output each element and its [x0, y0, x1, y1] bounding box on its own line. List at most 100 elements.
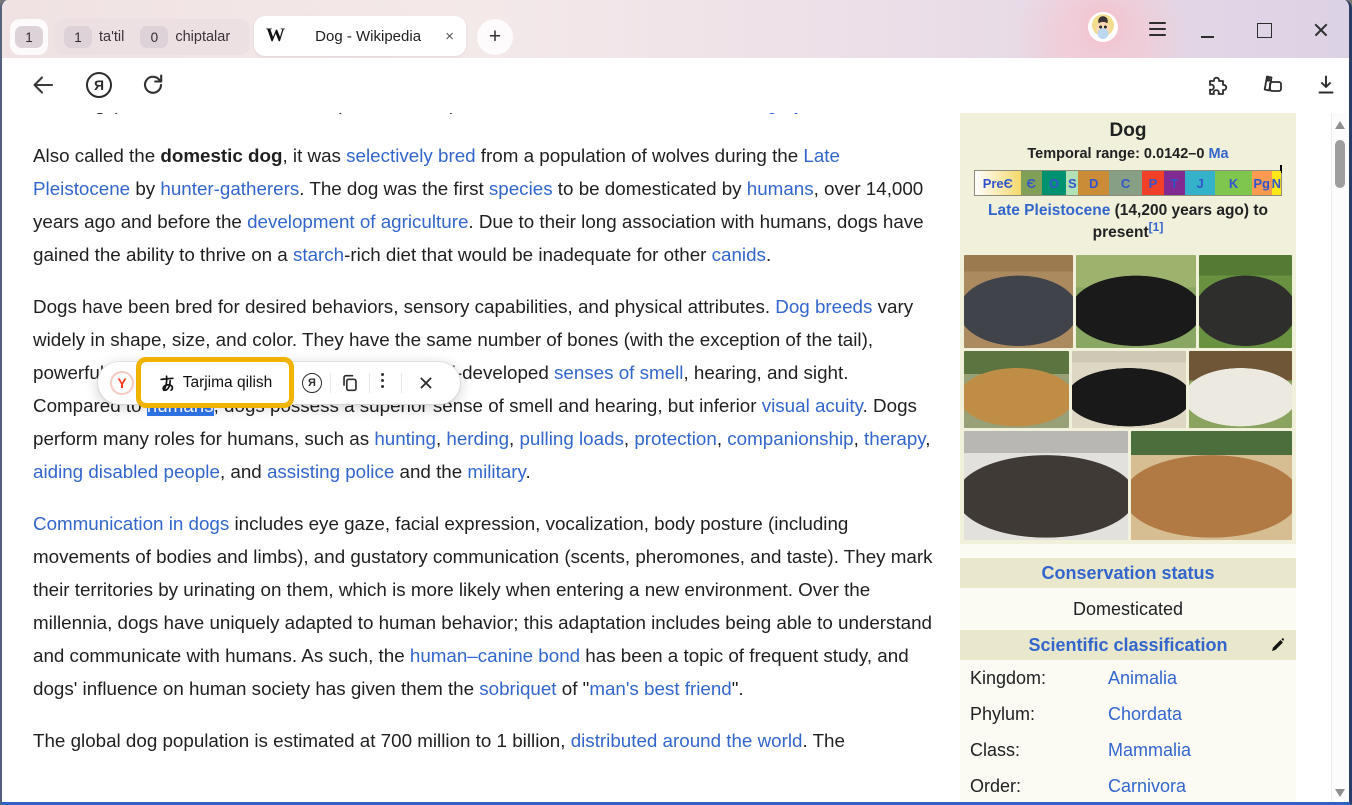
wiki-link[interactable]: development of agriculture: [247, 211, 468, 232]
canaan-dog-photo[interactable]: [1076, 255, 1195, 348]
wiki-link[interactable]: species: [489, 178, 553, 199]
wiki-link[interactable]: visual acuity: [762, 395, 863, 416]
popup-more-icon[interactable]: [381, 373, 384, 388]
text-span: ,: [436, 428, 446, 449]
wiki-link[interactable]: military: [467, 461, 525, 482]
text-span: and the: [394, 461, 467, 482]
taxon-link[interactable]: Chordata: [1108, 704, 1182, 725]
timescale-period-P[interactable]: P: [1142, 171, 1163, 195]
timescale-period-Pg[interactable]: Pg: [1252, 171, 1272, 195]
tab-group-chiptalar[interactable]: 0 chiptalar: [140, 26, 230, 48]
text-span: Canis lupus familiaris: [272, 113, 449, 114]
timescale-period-N[interactable]: N: [1272, 171, 1281, 195]
popup-close-icon[interactable]: [419, 376, 433, 390]
scroll-up-arrow[interactable]: [1335, 121, 1345, 129]
wiki-link[interactable]: companionship: [727, 428, 853, 449]
wiki-link[interactable]: gray wolf: [767, 113, 842, 114]
popup-translate-button-highlighted[interactable]: Tarjima qilish: [136, 357, 294, 408]
image-row: [964, 351, 1292, 428]
golden-retriever-photo[interactable]: [964, 351, 1069, 428]
timescale-period-J[interactable]: J: [1185, 171, 1215, 195]
yandex-home-icon[interactable]: Я: [86, 72, 112, 98]
yandex-search-icon[interactable]: Я: [302, 373, 322, 393]
text-span: domestic dog: [160, 145, 282, 166]
japanese-chin-photo[interactable]: [1199, 255, 1292, 348]
text-span: (: [106, 113, 117, 114]
wiki-link[interactable]: protection: [634, 428, 716, 449]
window-close-button[interactable]: [1313, 22, 1329, 38]
text-span: The dog: [33, 113, 106, 114]
taxon-link[interactable]: Mammalia: [1108, 740, 1191, 761]
wiki-link[interactable]: Ma: [1208, 146, 1228, 162]
wiki-link[interactable]: Late Pleistocene: [988, 202, 1110, 219]
taxon-link[interactable]: Carnivora: [1108, 776, 1186, 797]
tab-group-chip[interactable]: 1: [10, 19, 48, 55]
mudi-dog-photo[interactable]: [964, 255, 1073, 348]
wiki-link[interactable]: Dog breeds: [775, 296, 872, 317]
menu-icon[interactable]: [1149, 22, 1166, 36]
conservation-status-header[interactable]: Conservation status: [960, 558, 1296, 588]
nursing-dog-photo[interactable]: [1131, 431, 1292, 540]
wiki-link[interactable]: distributed around the world: [571, 730, 803, 751]
scientific-classification-header[interactable]: Scientific classification: [960, 630, 1296, 660]
back-icon[interactable]: [30, 72, 56, 98]
text-span: , and: [220, 461, 267, 482]
wiki-link[interactable]: therapy: [864, 428, 925, 449]
window-minimize-button[interactable]: [1201, 36, 1214, 38]
reload-icon[interactable]: [140, 72, 166, 98]
timescale-period-PreЄ[interactable]: PreЄ: [975, 171, 1021, 195]
yandex-logo-icon[interactable]: Y: [110, 371, 134, 395]
timescale-period-D[interactable]: D: [1078, 171, 1108, 195]
scroll-down-arrow[interactable]: [1335, 789, 1345, 797]
timescale-period-Є[interactable]: Є: [1021, 171, 1042, 195]
black-lab-photo[interactable]: [1072, 351, 1186, 428]
tab-close-icon[interactable]: ×: [445, 28, 454, 45]
jack-russell-photo[interactable]: [1189, 351, 1292, 428]
wiki-link[interactable]: pulling loads: [519, 428, 623, 449]
timescale-label: D: [1089, 176, 1098, 191]
downloads-icon[interactable]: [1313, 72, 1339, 98]
page-scrollbar[interactable]: [1331, 113, 1349, 805]
copy-icon[interactable]: [339, 372, 361, 394]
extensions-puzzle-icon[interactable]: [1205, 72, 1231, 98]
wiki-link[interactable]: man's best friend: [589, 678, 731, 699]
paragraph: Also called the domestic dog, it was sel…: [33, 139, 933, 271]
wiki-link[interactable]: Communication in dogs: [33, 513, 229, 534]
timescale-label: Є: [1027, 176, 1036, 191]
wiki-link[interactable]: herding: [446, 428, 509, 449]
wiki-link[interactable]: canids: [712, 244, 766, 265]
profile-avatar[interactable]: [1088, 12, 1118, 42]
rank-label: Phylum:: [970, 704, 1108, 725]
wiki-link[interactable]: assisting police: [267, 461, 394, 482]
wiki-link[interactable]: starch: [293, 244, 344, 265]
geologic-timescale[interactable]: PreЄ ЄOSDCPTJKPgN: [974, 170, 1282, 196]
wiki-link[interactable]: humans: [747, 178, 814, 199]
timescale-period-S[interactable]: S: [1066, 171, 1078, 195]
divider: [330, 373, 331, 393]
wiki-link[interactable]: selectively bred: [346, 145, 475, 166]
new-tab-button[interactable]: +: [477, 19, 513, 55]
wiki-link[interactable]: hunting: [374, 428, 436, 449]
sled-dogs-photo[interactable]: [964, 431, 1128, 540]
scrollbar-thumb[interactable]: [1335, 140, 1345, 188]
timescale-period-O[interactable]: O: [1042, 171, 1066, 195]
wiki-link[interactable]: sobriquet: [479, 678, 556, 699]
timescale-period-T[interactable]: T: [1164, 171, 1185, 195]
timescale-label: S: [1068, 176, 1077, 191]
wiki-link[interactable]: hunter-gatherers: [160, 178, 299, 199]
timescale-period-C[interactable]: C: [1109, 171, 1142, 195]
timescale-period-K[interactable]: K: [1215, 171, 1252, 195]
page-content: The dog (Canis familiaris or Canis lupus…: [2, 113, 1349, 805]
wiki-link[interactable]: aiding disabled people: [33, 461, 220, 482]
taxon-link[interactable]: Animalia: [1108, 668, 1177, 689]
wiki-link[interactable]: senses of smell: [554, 362, 683, 383]
password-manager-icon[interactable]: [1259, 72, 1285, 98]
active-tab[interactable]: W Dog - Wikipedia ×: [254, 16, 466, 56]
window-maximize-button[interactable]: [1257, 23, 1272, 38]
wiki-link[interactable]: human–canine bond: [410, 645, 580, 666]
wiki-link[interactable]: [1]: [1149, 220, 1164, 234]
edit-pencil-icon[interactable]: [1270, 637, 1286, 653]
temporal-range: Temporal range: 0.0142–0 Ma: [964, 144, 1292, 165]
tab-group-tatil[interactable]: 1 ta'til: [64, 26, 124, 48]
browser-toolbar: Я en.wikipedia.org Dog - Wikipedia Tarji…: [2, 58, 1349, 113]
